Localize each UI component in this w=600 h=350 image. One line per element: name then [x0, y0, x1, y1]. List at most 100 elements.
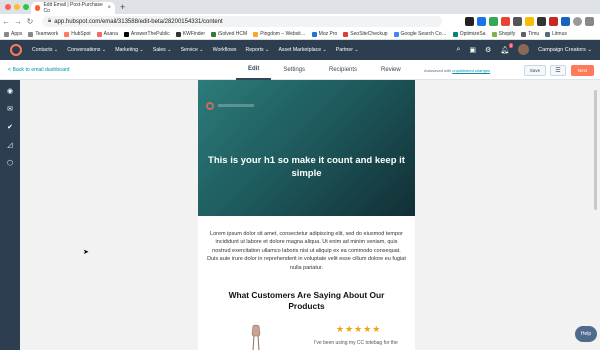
back-arrow-icon[interactable]: ← [0, 17, 12, 26]
bookmarks-bar: Apps Teamwork HubSpot Asana AnswerThePub… [0, 29, 600, 40]
profile-avatar-icon[interactable] [573, 17, 582, 26]
testimonials-heading[interactable]: What Customers Are Saying About Our Prod… [218, 290, 395, 312]
extension-icon[interactable] [561, 17, 570, 26]
tab-edit[interactable]: Edit [236, 60, 272, 80]
eye-icon[interactable]: ◉ [7, 87, 13, 96]
bookmark-item[interactable]: KWFinder [175, 31, 205, 37]
bookmark-item[interactable]: AnswerThePublic [123, 31, 170, 37]
forward-arrow-icon[interactable]: → [12, 17, 24, 26]
tab-review[interactable]: Review [369, 60, 413, 80]
bookmark-icon [393, 31, 399, 37]
minimize-window-icon[interactable] [14, 4, 20, 10]
extension-icon[interactable] [549, 17, 558, 26]
bookmark-icon [28, 31, 34, 37]
bookmark-item[interactable]: Teamwork [28, 31, 58, 37]
gear-icon[interactable]: ⚙ [485, 46, 491, 54]
notification-badge: 2 [508, 42, 514, 48]
extension-icon[interactable] [489, 17, 498, 26]
hero-heading[interactable]: This is your h1 so make it count and kee… [198, 154, 415, 180]
bookmark-icon [343, 31, 349, 37]
customer-photo [251, 324, 261, 350]
cube-icon[interactable]: ⬡ [7, 159, 13, 168]
tab-title: Edit Email | Post-Purchase Co [43, 2, 103, 14]
editor-left-rail: ◉ ✉ ✔ ◿ ⬡ [0, 80, 20, 350]
body-paragraph[interactable]: Lorem ipsum dolor sit amet, consectetur … [206, 230, 407, 272]
browser-tab[interactable]: Edit Email | Post-Purchase Co × [31, 2, 115, 14]
bookmark-item[interactable]: HubSpot [64, 31, 91, 37]
nav-reports[interactable]: Reports ⌄ [245, 47, 269, 53]
maximize-window-icon[interactable] [23, 4, 29, 10]
bookmark-icon [175, 31, 181, 37]
url-field[interactable]: 🔒︎ app.hubspot.com/email/313588/edit-bet… [42, 16, 442, 27]
extension-icon[interactable] [537, 17, 546, 26]
bell-icon[interactable]: 🔔︎ 2 [500, 42, 514, 54]
search-icon[interactable]: ⌕ [456, 46, 460, 54]
help-button[interactable]: Help [575, 326, 597, 342]
bookmark-item[interactable]: SeoSiteCheckup [343, 31, 388, 37]
rating-stars: ★★★★★ [336, 324, 382, 334]
bookmark-item[interactable]: Pingdom – Websit… [253, 31, 306, 37]
hero-section[interactable]: This is your h1 so make it count and kee… [198, 80, 415, 216]
more-actions-menu-icon[interactable]: ☰ [550, 65, 566, 76]
nav-right-controls: ⌕ ▣ ⚙ 🔔︎ 2 Campaign Creators ⌄ [456, 42, 592, 55]
close-window-icon[interactable] [5, 4, 11, 10]
extensions [465, 17, 594, 26]
extension-icon[interactable] [525, 17, 534, 26]
save-button[interactable]: Save [524, 65, 546, 76]
avatar[interactable] [518, 44, 530, 55]
extension-icon[interactable] [465, 17, 474, 26]
nav-marketing[interactable]: Marketing ⌄ [115, 47, 144, 53]
new-tab-button[interactable]: + [120, 2, 125, 12]
bookmark-item[interactable]: Google Search Co… [393, 31, 447, 37]
checkmark-icon[interactable]: ✔ [7, 123, 13, 132]
nav-contacts[interactable]: Contacts ⌄ [32, 47, 58, 53]
bookmark-icon [545, 31, 551, 37]
extension-icon[interactable] [513, 17, 522, 26]
account-menu[interactable]: Campaign Creators ⌄ [538, 47, 592, 53]
window-controls [5, 4, 29, 10]
hubspot-logo-icon[interactable] [10, 44, 22, 56]
bookmark-icon [253, 31, 259, 37]
marketplace-icon[interactable]: ▣ [469, 46, 476, 54]
reload-icon[interactable]: ↻ [24, 17, 36, 26]
hubspot-top-nav: Contacts ⌄ Conversations ⌄ Marketing ⌄ S… [0, 40, 600, 60]
bookmark-item[interactable]: Shopify [491, 31, 515, 37]
nav-asset-marketplace[interactable]: Asset Marketplace ⌄ [278, 47, 326, 53]
bookmark-item[interactable]: Moz Pro [311, 31, 337, 37]
bookmark-item[interactable]: Apps [4, 31, 22, 37]
bookmark-icon [96, 31, 102, 37]
nav-workflows[interactable]: Workflows [213, 47, 237, 53]
unpublished-changes-link[interactable]: unpublished changes [452, 68, 490, 73]
bookmark-item[interactable]: iSolved HCM [211, 31, 247, 37]
analytics-icon[interactable]: ◿ [7, 141, 12, 150]
bookmark-item[interactable]: Asana [96, 31, 118, 37]
editor-tabs: Edit Settings Recipients Review [236, 60, 413, 80]
extension-icon[interactable] [501, 17, 510, 26]
tab-close-icon[interactable]: × [107, 5, 111, 11]
envelope-icon[interactable]: ✉ [7, 105, 13, 114]
apps-grid-icon [4, 31, 9, 37]
tab-settings[interactable]: Settings [271, 60, 317, 80]
bookmark-icon [452, 31, 458, 37]
email-editor-toolbar: < Back to email dashboard Edit Settings … [0, 60, 600, 80]
bookmark-icon [521, 31, 527, 37]
address-bar-row: ← → ↻ 🔒︎ app.hubspot.com/email/313588/ed… [0, 14, 600, 29]
scrollbar[interactable] [594, 90, 597, 210]
bookmark-item[interactable]: Litmus [545, 31, 567, 37]
extension-icon[interactable] [477, 17, 486, 26]
nav-service[interactable]: Service ⌄ [181, 47, 204, 53]
next-button[interactable]: Next [571, 65, 594, 76]
nav-sales[interactable]: Sales ⌄ [153, 47, 172, 53]
more-menu-icon[interactable] [585, 17, 594, 26]
bookmark-icon [211, 31, 216, 37]
tab-recipients[interactable]: Recipients [317, 60, 369, 80]
bookmark-icon [311, 31, 317, 37]
lock-icon: 🔒︎ [48, 18, 52, 24]
autosave-status: Autosaved with unpublished changes [424, 68, 491, 73]
bookmark-item[interactable]: Timu [521, 31, 539, 37]
back-to-dashboard-link[interactable]: < Back to email dashboard [8, 67, 70, 73]
nav-partner[interactable]: Partner ⌄ [336, 47, 359, 53]
testimonial-quote[interactable]: I've been using my CC totebag for the [314, 340, 398, 346]
nav-conversations[interactable]: Conversations ⌄ [67, 47, 106, 53]
bookmark-item[interactable]: OptimizeSa [452, 31, 486, 37]
